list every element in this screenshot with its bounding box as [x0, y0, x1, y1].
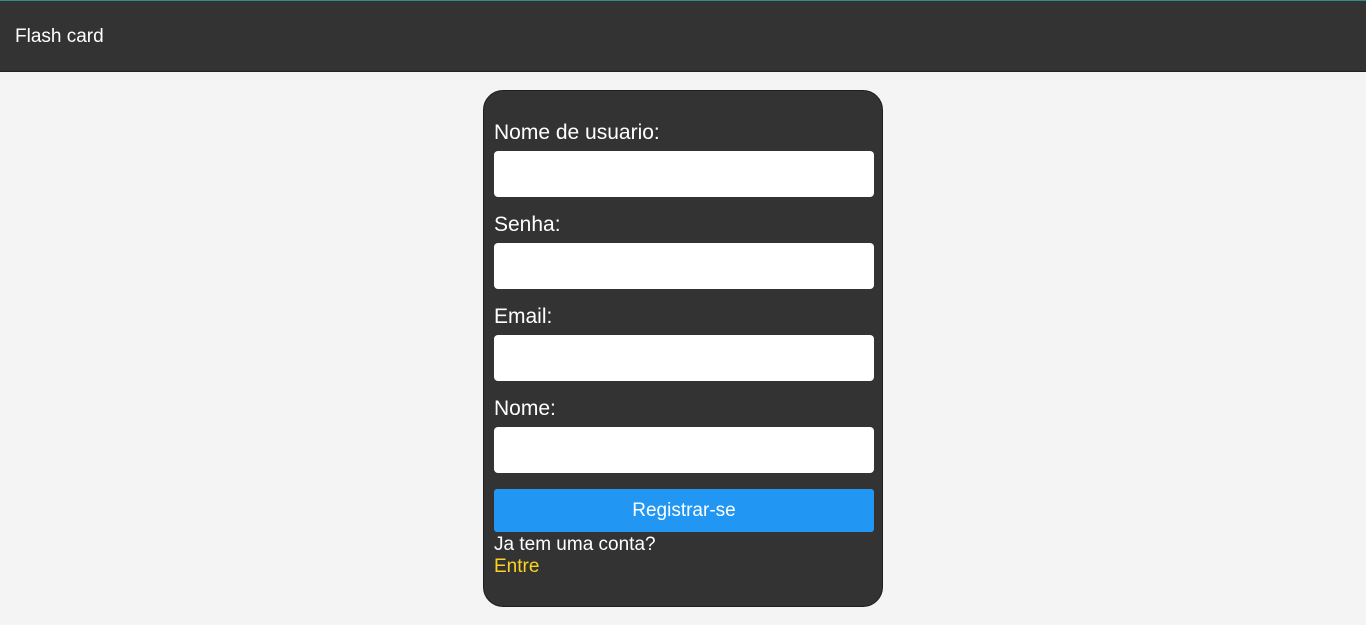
password-label: Senha:: [494, 213, 561, 236]
name-input[interactable]: [494, 427, 874, 473]
email-input[interactable]: [494, 335, 874, 381]
username-input[interactable]: [494, 151, 874, 197]
top-navbar: Flash card: [0, 0, 1366, 72]
email-label: Email:: [494, 305, 553, 328]
password-input[interactable]: [494, 243, 874, 289]
name-label: Nome:: [494, 397, 556, 420]
register-button[interactable]: Registrar-se: [494, 489, 874, 532]
login-link[interactable]: Entre: [494, 556, 539, 578]
username-label: Nome de usuario:: [494, 121, 660, 144]
login-prompt-text: Ja tem uma conta?: [494, 534, 656, 555]
brand-link[interactable]: Flash card: [15, 26, 104, 48]
register-form-card: Nome de usuario: Senha: Email: Nome: Reg…: [483, 90, 883, 607]
